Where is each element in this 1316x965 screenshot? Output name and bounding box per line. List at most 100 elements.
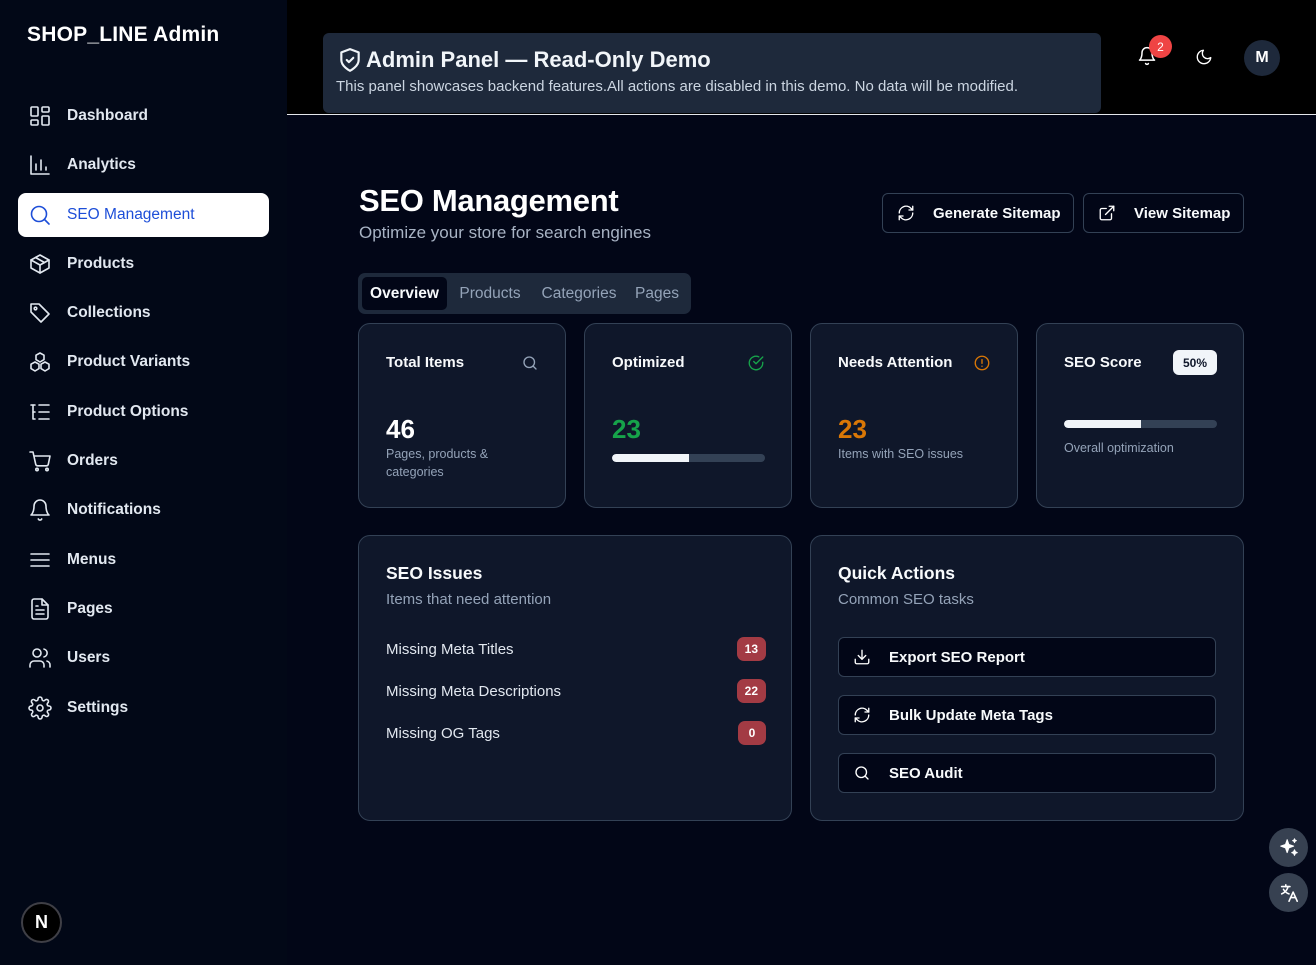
issue-label: Missing OG Tags [386, 724, 500, 742]
sidebar-item-label: Users [67, 649, 111, 667]
shield-check-icon [340, 48, 360, 72]
quick-actions-panel: Quick Actions Common SEO tasks Export SE… [810, 535, 1244, 821]
sidebar-item-label: Pages [67, 599, 113, 617]
sidebar-item-seo-management[interactable]: SEO Management [18, 192, 269, 237]
panel-subtitle: Items that need attention [386, 591, 552, 608]
seo-score-badge: 50% [1172, 350, 1217, 375]
banner-title: Admin Panel — Read-Only Demo [337, 47, 1101, 73]
search-icon [521, 354, 539, 372]
tab-overview[interactable]: Overview [362, 277, 447, 310]
dashboard-icon [28, 104, 52, 128]
notification-count-badge: 2 [1149, 35, 1172, 58]
sidebar-item-label: Collections [67, 304, 151, 322]
generate-sitemap-button[interactable]: Generate Sitemap [882, 193, 1074, 233]
users-icon [28, 646, 52, 670]
brand-logo[interactable]: SHOP_LINE Admin [27, 23, 219, 47]
action-label: Bulk Update Meta Tags [889, 706, 1053, 724]
issue-row-missing-meta-titles[interactable]: Missing Meta Titles 13 [386, 636, 766, 662]
issue-label: Missing Meta Descriptions [386, 682, 562, 700]
stat-card-optimized: Optimized 23 [584, 323, 792, 508]
ai-assistant-button[interactable] [1269, 828, 1308, 867]
sidebar-item-settings[interactable]: Settings [18, 686, 269, 730]
search-icon [855, 766, 869, 780]
sidebar-item-label: Product Options [67, 402, 189, 420]
stat-label: Total Items [386, 354, 465, 371]
issue-row-missing-og-tags[interactable]: Missing OG Tags 0 [386, 720, 766, 746]
menu-icon [28, 548, 52, 572]
sidebar-item-collections[interactable]: Collections [18, 291, 269, 335]
issue-label: Missing Meta Titles [386, 640, 514, 658]
action-label: Export SEO Report [889, 648, 1025, 666]
issue-count-badge: 0 [738, 721, 766, 745]
next-logo-badge[interactable]: N [21, 902, 62, 943]
sparkles-icon [1279, 837, 1298, 856]
bulk-update-meta-tags-button[interactable]: Bulk Update Meta Tags [838, 695, 1216, 735]
sidebar-item-orders[interactable]: Orders [18, 439, 269, 483]
sidebar-item-label: Notifications [67, 501, 161, 519]
check-circle-icon [747, 354, 765, 372]
sidebar-item-pages[interactable]: Pages [18, 587, 269, 631]
list-tree-icon [28, 400, 52, 424]
banner-title-text: Admin Panel — Read-Only Demo [366, 47, 711, 72]
sidebar-item-products[interactable]: Products [18, 242, 269, 286]
stat-card-seo-score: SEO Score 50% Overall optimization [1036, 323, 1244, 508]
sidebar-item-dashboard[interactable]: Dashboard [18, 94, 269, 138]
gear-icon [28, 695, 52, 720]
bar-chart-icon [28, 153, 52, 177]
optimized-progress-bar [612, 454, 765, 462]
issue-count-badge: 13 [736, 637, 766, 661]
translate-icon [1280, 883, 1298, 902]
sidebar-item-label: Products [67, 254, 135, 272]
sidebar-nav: Dashboard Analytics SEO Management Produ… [18, 94, 269, 735]
seo-audit-button[interactable]: SEO Audit [838, 753, 1216, 793]
stat-value: 23 [838, 414, 867, 444]
stat-value: 46 [386, 414, 415, 444]
top-header: Admin Panel — Read-Only Demo This panel … [287, 0, 1316, 115]
sidebar-item-product-variants[interactable]: Product Variants [18, 340, 269, 384]
download-icon [854, 649, 870, 665]
sidebar-item-label: Dashboard [67, 107, 148, 124]
seo-issues-panel: SEO Issues Items that need attention Mis… [358, 535, 792, 821]
cart-icon [28, 449, 52, 473]
translate-button[interactable] [1269, 873, 1308, 912]
view-sitemap-label: View Sitemap [1134, 204, 1231, 222]
sidebar-item-users[interactable]: Users [18, 636, 269, 680]
refresh-icon [854, 707, 870, 723]
issue-row-missing-meta-descriptions[interactable]: Missing Meta Descriptions 22 [386, 678, 766, 704]
tab-pages[interactable]: Pages [630, 277, 684, 310]
panel-subtitle: Common SEO tasks [838, 591, 974, 608]
sidebar: SHOP_LINE Admin Dashboard Analytics SEO … [0, 0, 287, 965]
stat-label: SEO Score [1064, 354, 1142, 371]
theme-toggle-button[interactable] [1195, 48, 1215, 68]
avatar[interactable]: M [1244, 40, 1280, 76]
boxes-icon [28, 350, 52, 374]
tab-products[interactable]: Products [452, 277, 528, 310]
tag-icon [28, 301, 52, 325]
bell-icon [28, 498, 52, 522]
optimized-progress-fill [612, 454, 689, 462]
seo-score-progress-bar [1064, 420, 1217, 428]
sidebar-item-label: Orders [67, 452, 118, 470]
generate-sitemap-label: Generate Sitemap [933, 204, 1061, 222]
tab-categories[interactable]: Categories [533, 277, 625, 310]
file-icon [28, 597, 52, 621]
sidebar-item-label: SEO Management [67, 205, 195, 223]
stat-card-needs-attention: Needs Attention 23 Items with SEO issues [810, 323, 1018, 508]
sidebar-item-product-options[interactable]: Product Options [18, 390, 269, 434]
sidebar-item-label: Settings [67, 698, 129, 716]
external-link-icon [1099, 205, 1115, 221]
sidebar-item-label: Analytics [67, 156, 136, 174]
page-subtitle: Optimize your store for search engines [359, 223, 651, 242]
package-icon [28, 252, 52, 276]
panel-title: SEO Issues [386, 563, 483, 583]
export-seo-report-button[interactable]: Export SEO Report [838, 637, 1216, 677]
sidebar-item-analytics[interactable]: Analytics [18, 143, 269, 187]
stat-note: Pages, products & categories [386, 447, 489, 479]
sidebar-item-menus[interactable]: Menus [18, 538, 269, 582]
stat-card-total-items: Total Items 46 Pages, products & categor… [358, 323, 566, 508]
sidebar-item-notifications[interactable]: Notifications [18, 488, 269, 532]
refresh-icon [898, 205, 914, 221]
issue-count-badge: 22 [736, 679, 766, 703]
banner-text: This panel showcases backend features.Al… [336, 78, 1019, 95]
view-sitemap-button[interactable]: View Sitemap [1083, 193, 1244, 233]
